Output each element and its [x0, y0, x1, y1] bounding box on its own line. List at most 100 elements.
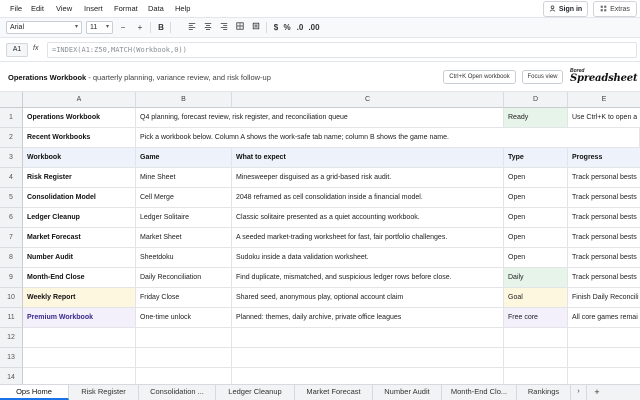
cell-d14[interactable] — [504, 368, 568, 384]
menu-format[interactable]: Format — [114, 4, 138, 13]
cell-d4[interactable]: Open — [504, 168, 568, 188]
cell-e14[interactable] — [568, 368, 640, 384]
cell-c5[interactable]: 2048 reframed as cell consolidation insi… — [232, 188, 504, 208]
align-right-button[interactable] — [218, 21, 230, 34]
cell-a3[interactable]: Workbook — [23, 148, 136, 168]
cell-e8[interactable]: Track personal bests — [568, 248, 640, 268]
cell-b11[interactable]: One-time unlock — [136, 308, 232, 328]
percent-format-button[interactable]: % — [281, 21, 293, 34]
cell-b10[interactable]: Friday Close — [136, 288, 232, 308]
column-header-c[interactable]: C — [232, 92, 504, 108]
align-center-button[interactable] — [202, 21, 214, 34]
cell-e4[interactable]: Track personal bests — [568, 168, 640, 188]
increase-font-button[interactable]: + — [134, 21, 146, 34]
cell-c14[interactable] — [232, 368, 504, 384]
cell-d8[interactable]: Open — [504, 248, 568, 268]
row-header[interactable]: 4 — [0, 168, 23, 188]
cell-a7[interactable]: Market Forecast — [23, 228, 136, 248]
bold-button[interactable]: B — [155, 21, 167, 34]
menu-help[interactable]: Help — [175, 4, 190, 13]
cell-a8[interactable]: Number Audit — [23, 248, 136, 268]
tab-month-end-close[interactable]: Month-End Clo... — [442, 385, 517, 400]
cell-a6[interactable]: Ledger Cleanup — [23, 208, 136, 228]
increase-decimal-button[interactable]: .00 — [306, 21, 322, 34]
menu-insert[interactable]: Insert — [84, 4, 103, 13]
cell-b14[interactable] — [136, 368, 232, 384]
column-header-b[interactable]: B — [136, 92, 232, 108]
cell-c13[interactable] — [232, 348, 504, 368]
cell-e11[interactable]: All core games remai — [568, 308, 640, 328]
cell-d6[interactable]: Open — [504, 208, 568, 228]
row-header[interactable]: 1 — [0, 108, 23, 128]
cell-a4[interactable]: Risk Register — [23, 168, 136, 188]
column-header-d[interactable]: D — [504, 92, 568, 108]
row-header[interactable]: 8 — [0, 248, 23, 268]
column-header-a[interactable]: A — [23, 92, 136, 108]
cell-b2[interactable]: Pick a workbook below. Column A shows th… — [136, 128, 640, 148]
fill-color-button[interactable] — [250, 21, 262, 34]
borders-button[interactable] — [234, 21, 246, 34]
cell-a1[interactable]: Operations Workbook — [23, 108, 136, 128]
row-header[interactable]: 14 — [0, 368, 23, 384]
align-left-button[interactable] — [186, 21, 198, 34]
cell-b7[interactable]: Market Sheet — [136, 228, 232, 248]
cell-c3[interactable]: What to expect — [232, 148, 504, 168]
cell-e3[interactable]: Progress — [568, 148, 640, 168]
cell-e10[interactable]: Finish Daily Reconcili — [568, 288, 640, 308]
cell-a2[interactable]: Recent Workbooks — [23, 128, 136, 148]
menu-file[interactable]: File — [10, 4, 22, 13]
cell-d5[interactable]: Open — [504, 188, 568, 208]
menu-view[interactable]: View — [56, 4, 72, 13]
select-all-corner[interactable] — [0, 92, 23, 108]
menu-data[interactable]: Data — [148, 4, 164, 13]
tab-consolidation[interactable]: Consolidation ... — [139, 385, 216, 400]
row-header[interactable]: 11 — [0, 308, 23, 328]
formula-input[interactable]: =INDEX(A1:Z50,MATCH(Workbook,0)) — [47, 42, 637, 58]
cell-d9[interactable]: Daily — [504, 268, 568, 288]
decrease-decimal-button[interactable]: .0 — [294, 21, 306, 34]
row-header[interactable]: 6 — [0, 208, 23, 228]
sign-in-button[interactable]: Sign in — [543, 1, 588, 17]
tab-risk-register[interactable]: Risk Register — [69, 385, 139, 400]
cell-b5[interactable]: Cell Merge — [136, 188, 232, 208]
cell-a12[interactable] — [23, 328, 136, 348]
cell-d10[interactable]: Goal — [504, 288, 568, 308]
focus-view-button[interactable]: Focus view — [522, 70, 563, 84]
cell-b1[interactable]: Q4 planning, forecast review, risk regis… — [136, 108, 504, 128]
cell-e7[interactable]: Track personal bests — [568, 228, 640, 248]
tab-number-audit[interactable]: Number Audit — [373, 385, 442, 400]
cell-b6[interactable]: Ledger Solitaire — [136, 208, 232, 228]
cell-d7[interactable]: Open — [504, 228, 568, 248]
cell-a14[interactable] — [23, 368, 136, 384]
row-header[interactable]: 2 — [0, 128, 23, 148]
row-header[interactable]: 3 — [0, 148, 23, 168]
font-size-select[interactable]: 11 ▾ — [86, 21, 113, 34]
row-header[interactable]: 9 — [0, 268, 23, 288]
tab-scroll-right-button[interactable]: › — [571, 385, 587, 400]
cell-d11[interactable]: Free core — [504, 308, 568, 328]
cell-c10[interactable]: Shared seed, anonymous play, optional ac… — [232, 288, 504, 308]
cell-a9[interactable]: Month-End Close — [23, 268, 136, 288]
cell-e12[interactable] — [568, 328, 640, 348]
row-header[interactable]: 12 — [0, 328, 23, 348]
tab-rankings[interactable]: Rankings — [517, 385, 571, 400]
cell-a10[interactable]: Weekly Report — [23, 288, 136, 308]
cell-c11[interactable]: Planned: themes, daily archive, private … — [232, 308, 504, 328]
tab-ledger-cleanup[interactable]: Ledger Cleanup — [216, 385, 295, 400]
cell-e6[interactable]: Track personal bests — [568, 208, 640, 228]
extras-button[interactable]: Extras — [593, 1, 637, 17]
cell-a11[interactable]: Premium Workbook — [23, 308, 136, 328]
cell-b4[interactable]: Mine Sheet — [136, 168, 232, 188]
row-header[interactable]: 13 — [0, 348, 23, 368]
open-workbook-button[interactable]: Ctrl+K Open workbook — [443, 70, 516, 84]
menu-edit[interactable]: Edit — [31, 4, 44, 13]
cell-c8[interactable]: Sudoku inside a data validation workshee… — [232, 248, 504, 268]
decrease-font-button[interactable]: − — [117, 21, 129, 34]
add-sheet-button[interactable]: + — [589, 385, 605, 400]
cell-e5[interactable]: Track personal bests — [568, 188, 640, 208]
row-header[interactable]: 7 — [0, 228, 23, 248]
font-family-select[interactable]: Arial ▾ — [6, 21, 82, 34]
cell-c7[interactable]: A seeded market-trading worksheet for fa… — [232, 228, 504, 248]
tab-market-forecast[interactable]: Market Forecast — [295, 385, 373, 400]
cell-e9[interactable]: Track personal bests — [568, 268, 640, 288]
